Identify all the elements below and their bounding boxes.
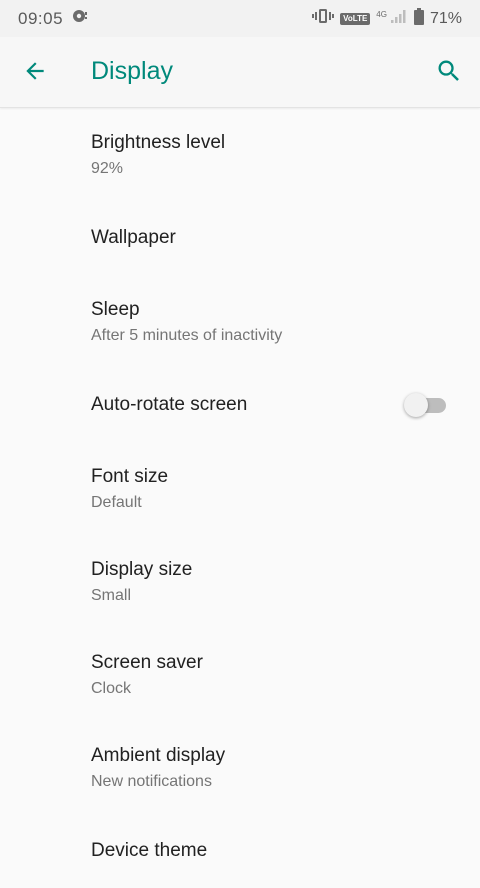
- setting-summary: 92%: [91, 159, 124, 177]
- network-type-label: 4G: [376, 10, 387, 19]
- toggle-thumb: [404, 393, 428, 417]
- status-right: VoLTE 4G 71%: [312, 7, 462, 30]
- setting-font-size[interactable]: Font size Default: [0, 442, 480, 535]
- setting-ambient-display[interactable]: Ambient display New notifications: [0, 721, 480, 814]
- setting-device-theme[interactable]: Device theme: [0, 814, 480, 888]
- page-title: Display: [91, 57, 173, 85]
- status-time: 09:05: [18, 8, 64, 28]
- notification-icon: [71, 8, 89, 29]
- vibrate-icon: [312, 8, 335, 29]
- back-button[interactable]: [20, 58, 50, 88]
- setting-title: Wallpaper: [91, 227, 176, 248]
- setting-title: Screen saver: [91, 651, 203, 673]
- setting-wallpaper[interactable]: Wallpaper: [0, 201, 480, 275]
- settings-list: Brightness level 92% Wallpaper Sleep Aft…: [0, 108, 480, 888]
- app-bar: Display: [0, 37, 480, 108]
- setting-summary: After 5 minutes of inactivity: [91, 326, 283, 344]
- setting-sleep[interactable]: Sleep After 5 minutes of inactivity: [0, 275, 480, 368]
- setting-title: Sleep: [91, 298, 140, 320]
- search-button[interactable]: [434, 58, 464, 88]
- setting-title: Device theme: [91, 840, 208, 861]
- battery-icon: [413, 7, 424, 30]
- setting-title: Brightness level: [91, 131, 226, 153]
- search-icon: [435, 57, 463, 90]
- status-bar: 09:05 VoLTE 4G 71%: [0, 0, 480, 37]
- auto-rotate-toggle[interactable]: [404, 393, 448, 417]
- setting-summary: New notifications: [91, 772, 212, 790]
- setting-brightness-level[interactable]: Brightness level 92%: [0, 108, 480, 201]
- arrow-back-icon: [22, 58, 48, 89]
- battery-percent: 71%: [429, 9, 462, 27]
- signal-icon: [390, 8, 408, 29]
- status-left: 09:05: [18, 8, 89, 29]
- setting-auto-rotate-screen[interactable]: Auto-rotate screen: [0, 368, 480, 442]
- setting-summary: Default: [91, 493, 142, 511]
- setting-title: Ambient display: [91, 744, 226, 766]
- setting-display-size[interactable]: Display size Small: [0, 535, 480, 628]
- setting-screen-saver[interactable]: Screen saver Clock: [0, 628, 480, 721]
- setting-summary: Clock: [91, 679, 132, 697]
- volte-badge: VoLTE: [340, 12, 371, 25]
- setting-title: Font size: [91, 465, 169, 487]
- setting-summary: Small: [91, 586, 132, 604]
- setting-title: Display size: [91, 558, 193, 580]
